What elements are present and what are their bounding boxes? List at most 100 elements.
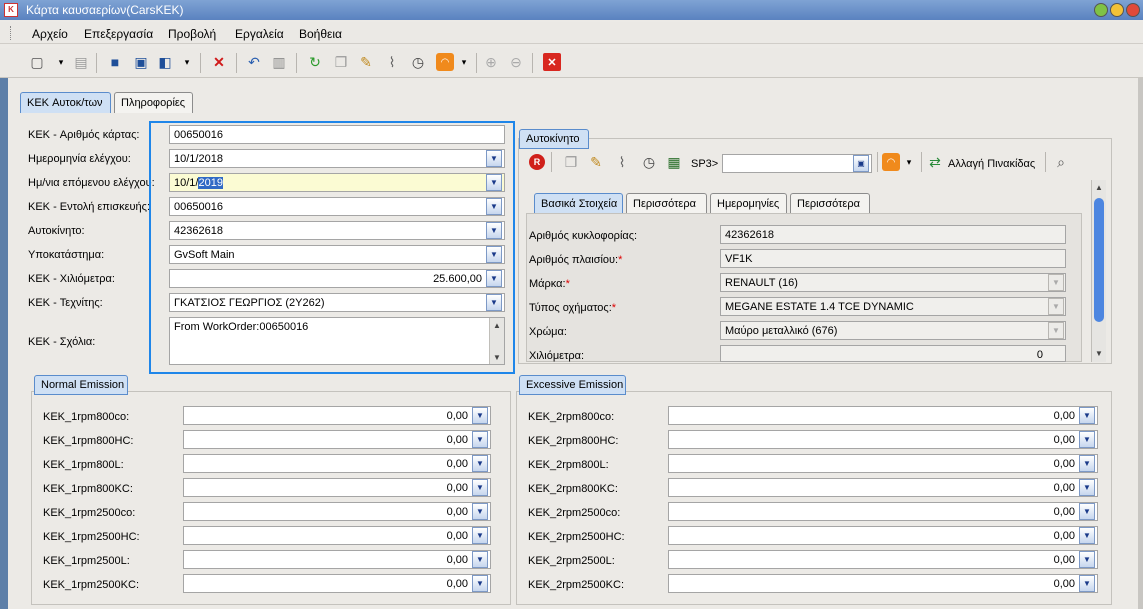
menu-view[interactable]: Προβολή bbox=[168, 27, 216, 41]
excessive-emission-title: Excessive Emission bbox=[519, 375, 626, 395]
excessive-emission-field[interactable]: 0,00 bbox=[668, 526, 1098, 545]
normal-emission-field[interactable]: 0,00 bbox=[183, 526, 491, 545]
color-dropdown-icon[interactable]: ▼ bbox=[1048, 322, 1064, 339]
scroll-up-icon[interactable]: ▲ bbox=[1092, 180, 1106, 194]
copy-icon[interactable]: ❐ bbox=[562, 153, 580, 171]
excessive-emission-dropdown-icon[interactable]: ▼ bbox=[1079, 575, 1095, 592]
save-dropdown-icon[interactable]: ▾ bbox=[178, 53, 196, 71]
normal-emission-dropdown-icon[interactable]: ▼ bbox=[472, 431, 488, 448]
sp3-input[interactable] bbox=[722, 154, 872, 173]
tab-more-2[interactable]: Περισσότερα bbox=[790, 193, 870, 214]
undo-icon[interactable]: ↶ bbox=[245, 53, 263, 71]
normal-emission-field[interactable]: 0,00 bbox=[183, 430, 491, 449]
rss-dropdown-icon[interactable]: ▾ bbox=[900, 153, 918, 171]
excessive-emission-field[interactable]: 0,00 bbox=[668, 430, 1098, 449]
normal-emission-field[interactable]: 0,00 bbox=[183, 550, 491, 569]
excessive-emission-dropdown-icon[interactable]: ▼ bbox=[1079, 407, 1095, 424]
brand-field[interactable]: RENAULT (16) bbox=[720, 273, 1066, 292]
normal-emission-field[interactable]: 0,00 bbox=[183, 502, 491, 521]
rss-icon[interactable]: ◠ bbox=[882, 153, 900, 171]
normal-emission-dropdown-icon[interactable]: ▼ bbox=[472, 551, 488, 568]
excessive-emission-dropdown-icon[interactable]: ▼ bbox=[1079, 479, 1095, 496]
excessive-emission-dropdown-icon[interactable]: ▼ bbox=[1079, 431, 1095, 448]
clock-icon[interactable]: ◷ bbox=[640, 153, 658, 171]
excessive-emission-field[interactable]: 0,00 bbox=[668, 574, 1098, 593]
tab-dates[interactable]: Ημερομηνίες bbox=[710, 193, 787, 214]
brand-label-text: Μάρκα: bbox=[529, 278, 566, 290]
km-label: KEK - Χιλιόμετρα: bbox=[28, 273, 115, 285]
normal-emission-dropdown-icon[interactable]: ▼ bbox=[472, 479, 488, 496]
menu-help[interactable]: Βοήθεια bbox=[299, 27, 342, 41]
rss-dropdown-icon[interactable]: ▾ bbox=[455, 53, 473, 71]
car-km-field[interactable]: 0 bbox=[720, 345, 1066, 362]
vin-field[interactable]: VF1K bbox=[720, 249, 1066, 268]
change-plate-button[interactable]: Αλλαγή Πινακίδας bbox=[948, 158, 1035, 170]
tab-kek[interactable]: KEK Αυτοκ/των bbox=[20, 92, 111, 113]
scroll-down-icon[interactable]: ▼ bbox=[1092, 346, 1106, 360]
save-icon[interactable]: ■ bbox=[106, 53, 124, 71]
normal-emission-field[interactable]: 0,00 bbox=[183, 406, 491, 425]
excessive-emission-dropdown-icon[interactable]: ▼ bbox=[1079, 551, 1095, 568]
tab-more[interactable]: Περισσότερα bbox=[626, 193, 707, 214]
excessive-emission-field[interactable]: 0,00 bbox=[668, 502, 1098, 521]
rss-icon[interactable]: ◠ bbox=[436, 53, 454, 71]
new-icon[interactable]: ▢ bbox=[28, 53, 46, 71]
change-plate-icon[interactable]: ⇄ bbox=[926, 153, 944, 171]
normal-emission-dropdown-icon[interactable]: ▼ bbox=[472, 455, 488, 472]
up-icon[interactable]: ⊕ bbox=[482, 53, 500, 71]
normal-emission-label: KEK_1rpm800KC: bbox=[43, 483, 133, 495]
record-icon[interactable]: R bbox=[529, 154, 545, 170]
delete-icon[interactable]: ✕ bbox=[210, 53, 228, 71]
right-scrollbar[interactable] bbox=[1138, 78, 1143, 609]
normal-emission-dropdown-icon[interactable]: ▼ bbox=[472, 503, 488, 520]
new-dropdown-icon[interactable]: ▾ bbox=[52, 53, 70, 71]
down-icon[interactable]: ⊖ bbox=[507, 53, 525, 71]
normal-emission-field[interactable]: 0,00 bbox=[183, 574, 491, 593]
excessive-emission-dropdown-icon[interactable]: ▼ bbox=[1079, 527, 1095, 544]
refresh-icon[interactable]: ↻ bbox=[306, 53, 324, 71]
plate-field[interactable]: 42362618 bbox=[720, 225, 1066, 244]
excessive-emission-field[interactable]: 0,00 bbox=[668, 550, 1098, 569]
menu-edit[interactable]: Επεξεργασία bbox=[84, 27, 153, 41]
list-icon[interactable]: ▥ bbox=[270, 53, 288, 71]
copy-icon[interactable]: ❐ bbox=[332, 53, 350, 71]
search-icon[interactable]: ⌕ bbox=[1052, 153, 1070, 171]
color-field[interactable]: Μαύρο μεταλλικό (676) bbox=[720, 321, 1066, 340]
excessive-emission-dropdown-icon[interactable]: ▼ bbox=[1079, 503, 1095, 520]
minimize-icon[interactable] bbox=[1094, 3, 1108, 17]
normal-emission-field[interactable]: 0,00 bbox=[183, 478, 491, 497]
notes-icon[interactable]: ✎ bbox=[357, 53, 375, 71]
car-panel-scrollbar[interactable]: ▲ ▼ bbox=[1091, 180, 1106, 362]
type-field[interactable]: MEGANE ESTATE 1.4 TCE DYNAMIC bbox=[720, 297, 1066, 316]
clock-icon[interactable]: ◷ bbox=[409, 53, 427, 71]
menu-tools[interactable]: Εργαλεία bbox=[235, 27, 284, 41]
type-dropdown-icon[interactable]: ▼ bbox=[1048, 298, 1064, 315]
sp3-lookup-icon[interactable]: ▣ bbox=[853, 155, 869, 172]
normal-emission-dropdown-icon[interactable]: ▼ bbox=[472, 407, 488, 424]
attach-icon[interactable]: ⌇ bbox=[613, 153, 631, 171]
scroll-thumb[interactable] bbox=[1094, 198, 1104, 322]
normal-emission-dropdown-icon[interactable]: ▼ bbox=[472, 575, 488, 592]
excessive-emission-field[interactable]: 0,00 bbox=[668, 454, 1098, 473]
content-area: KEK Αυτοκ/των Πληροφορίες KEK - Αριθμός … bbox=[8, 80, 1138, 609]
close-icon[interactable] bbox=[1126, 3, 1140, 17]
normal-emission-field[interactable]: 0,00 bbox=[183, 454, 491, 473]
attach-icon[interactable]: ⌇ bbox=[383, 53, 401, 71]
notes-icon[interactable]: ✎ bbox=[587, 153, 605, 171]
menu-bar: Αρχείο Επεξεργασία Προβολή Εργαλεία Βοήθ… bbox=[0, 22, 1143, 44]
excessive-emission-label: KEK_2rpm800co: bbox=[528, 411, 615, 423]
excessive-emission-dropdown-icon[interactable]: ▼ bbox=[1079, 455, 1095, 472]
normal-emission-dropdown-icon[interactable]: ▼ bbox=[472, 527, 488, 544]
maximize-icon[interactable] bbox=[1110, 3, 1124, 17]
print-icon[interactable]: ▤ bbox=[72, 53, 90, 71]
save-close-icon[interactable]: ▣ bbox=[132, 53, 150, 71]
excessive-emission-field[interactable]: 0,00 bbox=[668, 406, 1098, 425]
sheet-icon[interactable]: ▦ bbox=[665, 153, 683, 171]
close-red-icon[interactable]: ✕ bbox=[543, 53, 561, 71]
brand-dropdown-icon[interactable]: ▼ bbox=[1048, 274, 1064, 291]
tab-info[interactable]: Πληροφορίες bbox=[114, 92, 193, 113]
excessive-emission-field[interactable]: 0,00 bbox=[668, 478, 1098, 497]
tab-basic[interactable]: Βασικά Στοιχεία bbox=[534, 193, 623, 214]
save-as-icon[interactable]: ◧ bbox=[156, 53, 174, 71]
menu-file[interactable]: Αρχείο bbox=[32, 27, 68, 41]
